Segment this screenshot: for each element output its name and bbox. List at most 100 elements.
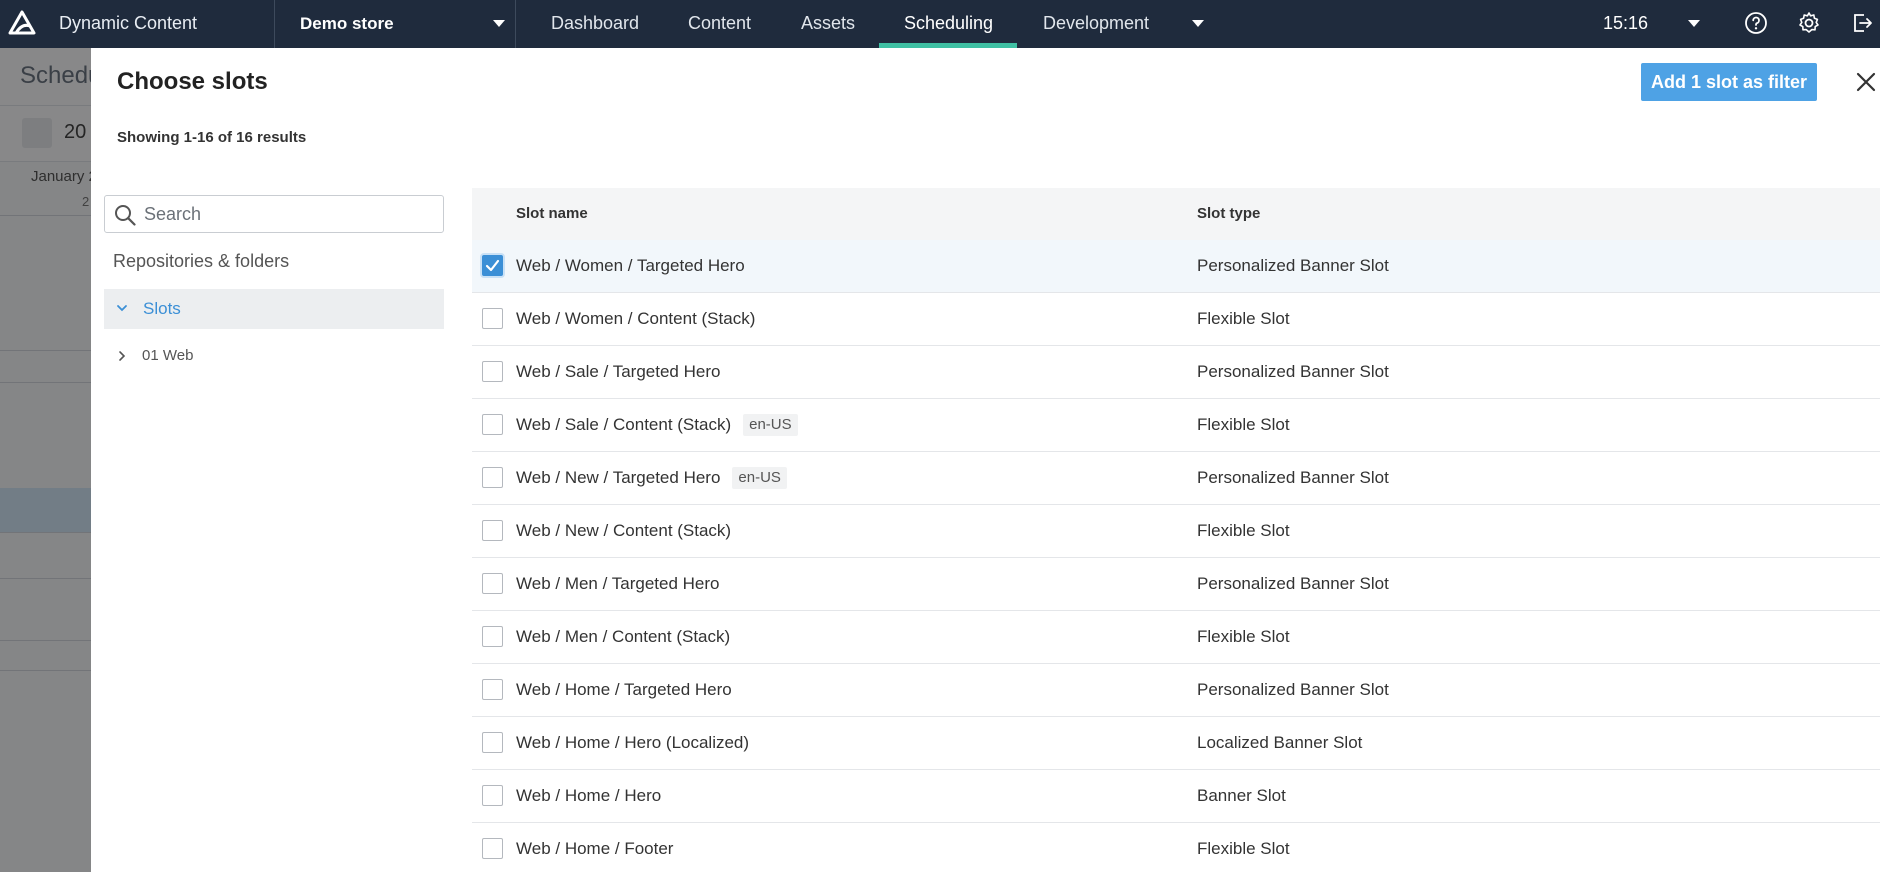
row-checkbox[interactable]	[482, 679, 503, 700]
row-checkbox[interactable]	[482, 414, 503, 435]
store-label: Demo store	[300, 14, 394, 33]
add-filter-button[interactable]: Add 1 slot as filter	[1641, 63, 1817, 101]
slot-name-cell: Web / New / Content (Stack)	[516, 505, 731, 557]
table-header: Slot name Slot type	[472, 188, 1880, 240]
repositories-label: Repositories & folders	[113, 251, 290, 271]
slot-name-cell: Web / Home / Hero	[516, 770, 661, 822]
tab-scheduling[interactable]: Scheduling	[904, 0, 993, 48]
slot-name: Web / Home / Targeted Hero	[516, 680, 732, 699]
logo-icon[interactable]	[8, 10, 36, 36]
close-icon[interactable]	[1853, 69, 1879, 95]
chevron-down-icon	[493, 20, 505, 27]
table-row[interactable]: Web / Men / Content (Stack) Flexible Slot	[472, 611, 1880, 664]
search-input[interactable]	[144, 197, 434, 231]
slot-name: Web / Men / Content (Stack)	[516, 627, 731, 646]
slot-type-cell: Flexible Slot	[1197, 627, 1290, 646]
search-field[interactable]	[104, 195, 444, 233]
slot-name-cell: Web / New / Targeted Hero en-US	[516, 452, 787, 504]
slot-name: Web / Sale / Targeted Hero	[516, 362, 721, 381]
table-row[interactable]: Web / Sale / Targeted Hero Personalized B…	[472, 346, 1880, 399]
row-checkbox[interactable]	[482, 361, 503, 382]
row-checkbox[interactable]	[482, 732, 503, 753]
time-display[interactable]: 15:16	[1603, 0, 1648, 47]
slot-name-cell: Web / Women / Content (Stack)	[516, 293, 755, 345]
tab-development[interactable]: Development	[1043, 0, 1149, 48]
logout-icon[interactable]	[1850, 11, 1874, 35]
slot-type-cell: Personalized Banner Slot	[1197, 468, 1389, 487]
slot-name-cell: Web / Women / Targeted Hero	[516, 240, 745, 292]
column-header-slot-name[interactable]: Slot name	[516, 188, 588, 240]
slot-name: Web / Women / Targeted Hero	[516, 256, 745, 275]
slot-name-cell: Web / Men / Content (Stack)	[516, 611, 730, 663]
slot-name: Web / New / Content (Stack)	[516, 521, 732, 540]
chevron-right-icon[interactable]	[117, 350, 127, 362]
table-row[interactable]: Web / Home / Targeted Hero Personalized B…	[472, 664, 1880, 717]
slot-name-cell: Web / Sale / Targeted Hero	[516, 346, 720, 398]
tab-dashboard[interactable]: Dashboard	[551, 0, 639, 48]
slot-name-cell: Web / Men / Targeted Hero	[516, 558, 719, 610]
slot-name-cell: Web / Home / Footer	[516, 823, 673, 872]
time-chevron-down-icon[interactable]	[1688, 20, 1700, 27]
slot-name: Web / Home / Hero (Localized)	[516, 733, 750, 752]
tab-content[interactable]: Content	[688, 0, 751, 48]
slot-type-cell: Personalized Banner Slot	[1197, 680, 1389, 699]
table-row[interactable]: Web / Women / Content (Stack) Flexible Sl…	[472, 293, 1880, 346]
slot-type-cell: Flexible Slot	[1197, 415, 1290, 434]
slot-type-cell: Flexible Slot	[1197, 839, 1290, 858]
gear-icon[interactable]	[1797, 11, 1821, 35]
slot-name: Web / Men / Targeted Hero	[516, 574, 720, 593]
tab-assets[interactable]: Assets	[801, 0, 855, 48]
chevron-down-icon[interactable]	[116, 302, 128, 314]
slot-name: Web / Home / Footer	[516, 839, 674, 858]
table-row[interactable]: Web / Women / Targeted Hero Personalized …	[472, 240, 1880, 293]
slot-type-cell: Banner Slot	[1197, 786, 1286, 805]
table-row[interactable]: Web / Men / Targeted Hero Personalized Ba…	[472, 558, 1880, 611]
slot-type-cell: Personalized Banner Slot	[1197, 574, 1389, 593]
table-row[interactable]: Web / New / Content (Stack) Flexible Slot	[472, 505, 1880, 558]
slot-name-cell: Web / Home / Hero (Localized)	[516, 717, 749, 769]
slot-name: Web / Women / Content (Stack)	[516, 309, 756, 328]
row-checkbox[interactable]	[482, 785, 503, 806]
table-body: Web / Women / Targeted Hero Personalized …	[472, 240, 1880, 872]
slot-type-cell: Localized Banner Slot	[1197, 733, 1363, 752]
slot-name: Web / New / Targeted Hero	[516, 468, 721, 487]
slot-name-cell: Web / Home / Targeted Hero	[516, 664, 732, 716]
tree-item-label: Slots	[143, 299, 181, 318]
slot-name-cell: Web / Sale / Content (Stack) en-US	[516, 399, 798, 451]
search-icon	[115, 205, 136, 226]
choose-slots-modal: Choose slots Showing 1-16 of 16 results …	[91, 48, 1880, 872]
row-checkbox[interactable]	[482, 573, 503, 594]
top-nav-bar: Dynamic Content Demo store Dashboard Con…	[0, 0, 1880, 48]
modal-title: Choose slots	[117, 68, 268, 95]
checkmark-icon	[485, 259, 500, 272]
row-checkbox[interactable]	[482, 255, 503, 276]
slot-type-cell: Flexible Slot	[1197, 521, 1290, 540]
row-checkbox[interactable]	[482, 626, 503, 647]
locale-tag: en-US	[743, 414, 798, 436]
slot-type-cell: Personalized Banner Slot	[1197, 362, 1389, 381]
column-header-slot-type[interactable]: Slot type	[1197, 188, 1260, 240]
slots-table: Slot name Slot type Web / Women / Target…	[472, 188, 1880, 872]
help-icon[interactable]	[1744, 11, 1768, 35]
locale-tag: en-US	[732, 467, 787, 489]
table-row[interactable]: Web / Home / Footer Flexible Slot	[472, 823, 1880, 872]
table-row[interactable]: Web / Home / Hero (Localized) Localized B…	[472, 717, 1880, 770]
nav-more-chevron-down-icon[interactable]	[1192, 20, 1204, 27]
row-checkbox[interactable]	[482, 838, 503, 859]
tree-item-label: 01 Web	[142, 347, 194, 364]
row-checkbox[interactable]	[482, 467, 503, 488]
tree-item-01-web[interactable]: 01 Web	[104, 338, 444, 374]
app-title: Dynamic Content	[59, 13, 198, 33]
tree-item-slots[interactable]: Slots	[104, 289, 444, 329]
result-count: Showing 1-16 of 16 results	[117, 129, 307, 146]
table-row[interactable]: Web / Sale / Content (Stack) en-US Flexibl…	[472, 399, 1880, 452]
table-row[interactable]: Web / New / Targeted Hero en-US Personaliz…	[472, 452, 1880, 505]
slot-type-cell: Flexible Slot	[1197, 309, 1290, 328]
store-selector[interactable]: Demo store	[274, 0, 516, 48]
row-checkbox[interactable]	[482, 520, 503, 541]
slot-type-cell: Personalized Banner Slot	[1197, 256, 1389, 275]
slot-name: Web / Sale / Content (Stack)	[516, 415, 732, 434]
table-row[interactable]: Web / Home / Hero Banner Slot	[472, 770, 1880, 823]
slot-name: Web / Home / Hero	[516, 786, 662, 805]
row-checkbox[interactable]	[482, 308, 503, 329]
